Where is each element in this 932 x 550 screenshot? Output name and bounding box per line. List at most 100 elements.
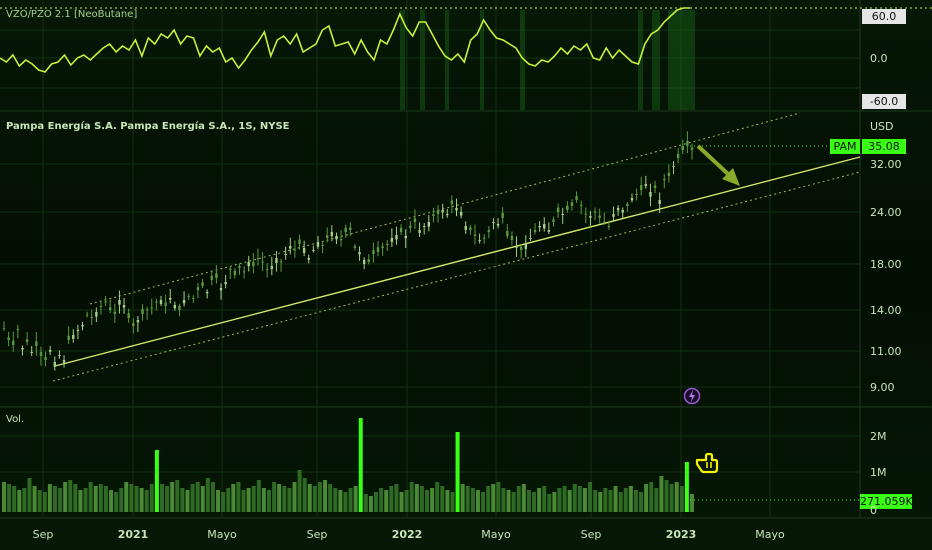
volume-bar (282, 486, 287, 512)
volume-bar (7, 484, 12, 512)
volume-bar (27, 478, 32, 512)
indicator-title[interactable]: VZO/PZO 2.1 [NeoButane] (6, 9, 137, 20)
time-tick: 2021 (117, 528, 149, 541)
candle-body (552, 219, 555, 222)
volume-bar (608, 490, 613, 512)
volume-bar (338, 490, 343, 512)
volume-bar (246, 488, 251, 512)
volume-bar (267, 490, 272, 512)
volume-bar (486, 486, 491, 512)
candle-body (612, 214, 615, 217)
candle-body (381, 246, 384, 248)
hand-pointer-icon[interactable] (694, 451, 720, 475)
candle-body (390, 238, 394, 242)
candle-body (118, 300, 121, 305)
candle-body (616, 208, 620, 211)
volume-bar (47, 484, 52, 512)
candle-body (372, 250, 375, 254)
volume-bar (190, 484, 195, 512)
candle-body (663, 179, 666, 181)
candle-body (76, 330, 80, 332)
candle-body (547, 230, 551, 232)
volume-bar (501, 488, 506, 512)
candle-body (607, 225, 611, 227)
volume-bar (557, 488, 562, 512)
volume-bar (547, 494, 552, 512)
candle-body (229, 268, 232, 270)
volume-tick: 2M (870, 430, 887, 443)
candle-body (566, 205, 569, 210)
candle-body (141, 309, 144, 314)
candle-body (330, 232, 334, 237)
volume-bar (353, 486, 358, 512)
volume-bar (363, 494, 368, 512)
candle-body (593, 211, 597, 213)
volume-bar (277, 484, 282, 512)
volume-bar (649, 482, 654, 512)
candle-body (556, 207, 560, 212)
volume-bar (12, 486, 17, 512)
volume-bar (98, 484, 103, 512)
volume-bar (414, 484, 419, 512)
indicator-highlight (652, 10, 660, 110)
lightning-icon[interactable] (683, 387, 701, 405)
ticker-badge: PAM (830, 139, 860, 154)
volume-bar (379, 488, 384, 512)
volume-bar (475, 490, 480, 512)
candle-body (626, 203, 629, 206)
candle-body (104, 301, 107, 303)
volume-bar (618, 492, 623, 512)
candle-body (344, 227, 347, 232)
volume-bar (506, 490, 511, 512)
candle-body (16, 329, 20, 331)
volume-bar (577, 486, 582, 512)
price-tick: 9.00 (870, 381, 895, 394)
volume-bar (588, 482, 593, 512)
candle-body (25, 339, 29, 342)
candle-body (478, 240, 481, 242)
candle-body (90, 317, 93, 319)
time-tick: 2022 (391, 528, 423, 541)
volume-bar (623, 488, 628, 512)
volume-bar (613, 486, 618, 512)
candle-body (261, 261, 264, 263)
symbol-title[interactable]: Pampa Energía S.A. Pampa Energía S.A., 1… (6, 121, 290, 132)
indicator-highlight (420, 10, 425, 110)
volume-bar (272, 482, 277, 512)
candle-body (201, 282, 204, 286)
volume-bar (297, 470, 302, 512)
volume-bar (144, 490, 149, 512)
volume-bar (582, 488, 587, 512)
volume-bar (633, 490, 638, 512)
candle-body (473, 234, 477, 236)
candle-body (427, 222, 431, 227)
volume-bar (496, 482, 501, 512)
volume-bar (241, 490, 246, 512)
volume-bar (679, 486, 684, 512)
indicator-highlight (445, 10, 449, 110)
volume-bar (598, 492, 603, 512)
candle-body (367, 259, 370, 262)
volume-bar (404, 490, 409, 512)
volume-bar (52, 486, 57, 512)
volume-bar (149, 484, 154, 512)
candle-body (603, 221, 606, 223)
volume-bar (200, 486, 205, 512)
candle-body (302, 248, 306, 253)
volume-bar (690, 494, 694, 512)
chart-canvas[interactable] (0, 0, 932, 550)
candle-body (519, 246, 523, 250)
price-tick: 14.00 (870, 304, 902, 317)
candle-body (436, 210, 440, 214)
volume-bar (603, 488, 608, 512)
volume-bar (2, 482, 6, 512)
volume-bar (664, 480, 669, 512)
volume-bar (73, 484, 78, 512)
candle-body (169, 298, 172, 300)
candle-body (58, 355, 61, 356)
volume-bar (124, 482, 129, 512)
volume-title[interactable]: Vol. (6, 414, 24, 425)
candle-body (515, 246, 518, 248)
indicator-highlight (668, 10, 695, 110)
volume-bar (348, 488, 353, 512)
